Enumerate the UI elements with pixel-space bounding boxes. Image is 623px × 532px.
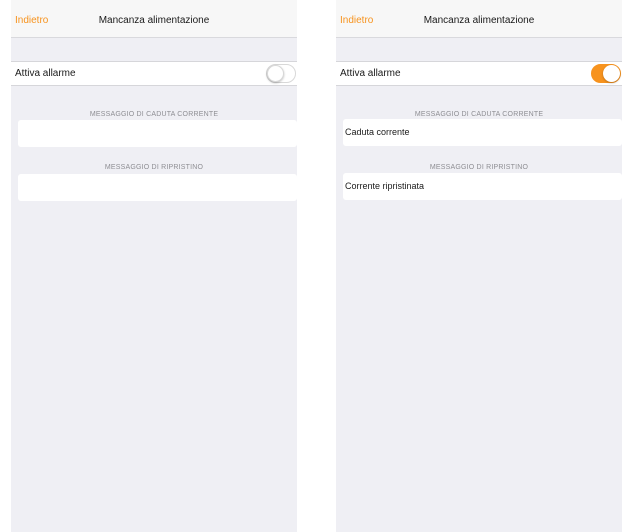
screen-alarm-disabled: Indietro Mancanza alimentazione Attiva a… (11, 0, 297, 532)
fault-message-header: MESSAGGIO DI CADUTA CORRENTE (414, 111, 544, 118)
toggle-knob (267, 65, 284, 82)
toggle-knob (603, 65, 620, 82)
alarm-label: Attiva allarme (340, 68, 401, 79)
alarm-row: Attiva allarme (336, 61, 622, 86)
navigation-bar: Indietro Mancanza alimentazione (336, 0, 622, 38)
alarm-toggle[interactable] (591, 64, 621, 83)
page-title: Mancanza alimentazione (423, 15, 535, 26)
fault-message-input[interactable] (18, 120, 297, 147)
page-title: Mancanza alimentazione (98, 15, 210, 26)
alarm-toggle[interactable] (266, 64, 296, 83)
fault-message-input[interactable] (343, 119, 622, 146)
screen-alarm-enabled: Indietro Mancanza alimentazione Attiva a… (336, 0, 622, 532)
restore-message-header: MESSAGGIO DI RIPRISTINO (104, 164, 204, 171)
fault-message-header: MESSAGGIO DI CADUTA CORRENTE (89, 111, 219, 118)
navigation-bar: Indietro Mancanza alimentazione (11, 0, 297, 38)
restore-message-input[interactable] (18, 174, 297, 201)
alarm-label: Attiva allarme (15, 68, 76, 79)
restore-message-input[interactable] (343, 173, 622, 200)
alarm-row: Attiva allarme (11, 61, 297, 86)
restore-message-header: MESSAGGIO DI RIPRISTINO (429, 164, 529, 171)
